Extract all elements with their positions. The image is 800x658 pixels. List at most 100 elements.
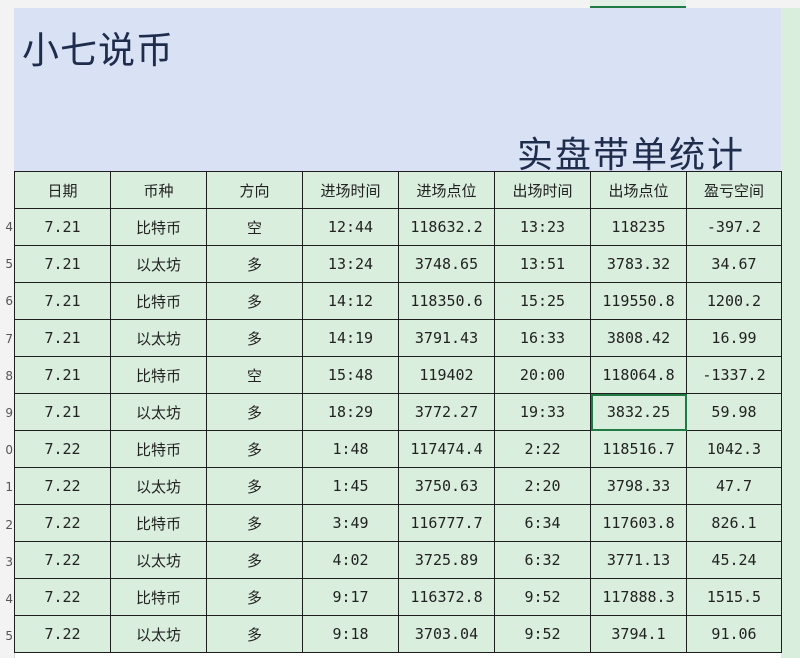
header-entry-price[interactable]: 进场点位 xyxy=(398,171,495,209)
direction-cell[interactable]: 多 xyxy=(206,245,303,283)
entry-time-cell[interactable]: 9:17 xyxy=(302,578,399,616)
coin-cell[interactable]: 比特币 xyxy=(110,430,207,468)
exit-price-cell[interactable]: 3808.42 xyxy=(590,319,687,357)
exit-time-cell[interactable]: 2:22 xyxy=(494,430,591,468)
date-cell[interactable]: 7.22 xyxy=(14,504,111,542)
pnl-cell[interactable]: 16.99 xyxy=(686,319,782,357)
header-direction[interactable]: 方向 xyxy=(206,171,303,209)
coin-cell[interactable]: 比特币 xyxy=(110,578,207,616)
direction-cell[interactable]: 多 xyxy=(206,467,303,505)
selected-column-header[interactable] xyxy=(590,0,686,8)
entry-price-cell[interactable]: 3748.65 xyxy=(398,245,495,283)
row-number[interactable]: 5 xyxy=(0,618,13,655)
exit-price-cell[interactable]: 118235 xyxy=(590,208,687,246)
date-cell[interactable]: 7.21 xyxy=(14,356,111,394)
row-number[interactable]: 4 xyxy=(0,209,13,246)
direction-cell[interactable]: 多 xyxy=(206,430,303,468)
pnl-cell[interactable]: 59.98 xyxy=(686,393,782,431)
row-number[interactable]: 0 xyxy=(0,432,13,469)
exit-price-cell[interactable]: 119550.8 xyxy=(590,282,687,320)
row-number[interactable]: 4 xyxy=(0,581,13,618)
entry-price-cell[interactable]: 3791.43 xyxy=(398,319,495,357)
date-cell[interactable]: 7.21 xyxy=(14,208,111,246)
date-cell[interactable]: 7.21 xyxy=(14,245,111,283)
exit-price-cell[interactable]: 3771.13 xyxy=(590,541,687,579)
date-cell[interactable]: 7.21 xyxy=(14,393,111,431)
direction-cell[interactable]: 空 xyxy=(206,356,303,394)
row-number[interactable]: 1 xyxy=(0,469,13,506)
row-number[interactable]: 8 xyxy=(0,358,13,395)
exit-time-cell[interactable]: 15:25 xyxy=(494,282,591,320)
exit-price-cell[interactable]: 3783.32 xyxy=(590,245,687,283)
exit-time-cell[interactable]: 13:51 xyxy=(494,245,591,283)
row-number[interactable]: 7 xyxy=(0,321,13,358)
row-number[interactable]: 9 xyxy=(0,395,13,432)
entry-price-cell[interactable]: 3725.89 xyxy=(398,541,495,579)
entry-price-cell[interactable]: 3750.63 xyxy=(398,467,495,505)
entry-price-cell[interactable]: 117474.4 xyxy=(398,430,495,468)
exit-price-cell[interactable]: 118516.7 xyxy=(590,430,687,468)
row-number[interactable]: 3 xyxy=(0,544,13,581)
entry-time-cell[interactable]: 13:24 xyxy=(302,245,399,283)
direction-cell[interactable]: 空 xyxy=(206,208,303,246)
header-exit-time[interactable]: 出场时间 xyxy=(494,171,591,209)
header-entry-time[interactable]: 进场时间 xyxy=(302,171,399,209)
direction-cell[interactable]: 多 xyxy=(206,541,303,579)
exit-time-cell[interactable]: 6:32 xyxy=(494,541,591,579)
row-number[interactable]: 5 xyxy=(0,246,13,283)
coin-cell[interactable]: 以太坊 xyxy=(110,541,207,579)
pnl-cell[interactable]: 91.06 xyxy=(686,615,782,653)
date-cell[interactable]: 7.21 xyxy=(14,319,111,357)
exit-price-cell[interactable]: 3794.1 xyxy=(590,615,687,653)
header-exit-price[interactable]: 出场点位 xyxy=(590,171,687,209)
entry-time-cell[interactable]: 14:19 xyxy=(302,319,399,357)
entry-time-cell[interactable]: 3:49 xyxy=(302,504,399,542)
coin-cell[interactable]: 以太坊 xyxy=(110,615,207,653)
entry-time-cell[interactable]: 12:44 xyxy=(302,208,399,246)
date-cell[interactable]: 7.22 xyxy=(14,430,111,468)
header-coin[interactable]: 币种 xyxy=(110,171,207,209)
pnl-cell[interactable]: 47.7 xyxy=(686,467,782,505)
direction-cell[interactable]: 多 xyxy=(206,393,303,431)
direction-cell[interactable]: 多 xyxy=(206,615,303,653)
row-number[interactable]: 2 xyxy=(0,507,13,544)
date-cell[interactable]: 7.22 xyxy=(14,541,111,579)
entry-price-cell[interactable]: 116372.8 xyxy=(398,578,495,616)
direction-cell[interactable]: 多 xyxy=(206,319,303,357)
entry-price-cell[interactable]: 118350.6 xyxy=(398,282,495,320)
coin-cell[interactable]: 以太坊 xyxy=(110,467,207,505)
entry-time-cell[interactable]: 1:45 xyxy=(302,467,399,505)
date-cell[interactable]: 7.21 xyxy=(14,282,111,320)
exit-time-cell[interactable]: 9:52 xyxy=(494,615,591,653)
exit-price-cell[interactable]: 117888.3 xyxy=(590,578,687,616)
exit-time-cell[interactable]: 16:33 xyxy=(494,319,591,357)
exit-price-cell[interactable]: 117603.8 xyxy=(590,504,687,542)
entry-price-cell[interactable]: 3703.04 xyxy=(398,615,495,653)
coin-cell[interactable]: 以太坊 xyxy=(110,245,207,283)
exit-price-cell[interactable]: 118064.8 xyxy=(590,356,687,394)
row-number[interactable]: 6 xyxy=(0,283,13,320)
coin-cell[interactable]: 比特币 xyxy=(110,208,207,246)
entry-time-cell[interactable]: 15:48 xyxy=(302,356,399,394)
exit-time-cell[interactable]: 6:34 xyxy=(494,504,591,542)
exit-time-cell[interactable]: 2:20 xyxy=(494,467,591,505)
date-cell[interactable]: 7.22 xyxy=(14,578,111,616)
pnl-cell[interactable]: 45.24 xyxy=(686,541,782,579)
pnl-cell[interactable]: -397.2 xyxy=(686,208,782,246)
entry-price-cell[interactable]: 116777.7 xyxy=(398,504,495,542)
direction-cell[interactable]: 多 xyxy=(206,504,303,542)
direction-cell[interactable]: 多 xyxy=(206,578,303,616)
entry-price-cell[interactable]: 3772.27 xyxy=(398,393,495,431)
coin-cell[interactable]: 比特币 xyxy=(110,504,207,542)
entry-time-cell[interactable]: 9:18 xyxy=(302,615,399,653)
coin-cell[interactable]: 以太坊 xyxy=(110,393,207,431)
entry-time-cell[interactable]: 18:29 xyxy=(302,393,399,431)
exit-price-cell[interactable]: 3798.33 xyxy=(590,467,687,505)
pnl-cell[interactable]: -1337.2 xyxy=(686,356,782,394)
coin-cell[interactable]: 比特币 xyxy=(110,356,207,394)
entry-time-cell[interactable]: 4:02 xyxy=(302,541,399,579)
exit-time-cell[interactable]: 20:00 xyxy=(494,356,591,394)
entry-time-cell[interactable]: 1:48 xyxy=(302,430,399,468)
exit-price-cell[interactable]: 3832.25 xyxy=(590,393,687,431)
coin-cell[interactable]: 以太坊 xyxy=(110,319,207,357)
